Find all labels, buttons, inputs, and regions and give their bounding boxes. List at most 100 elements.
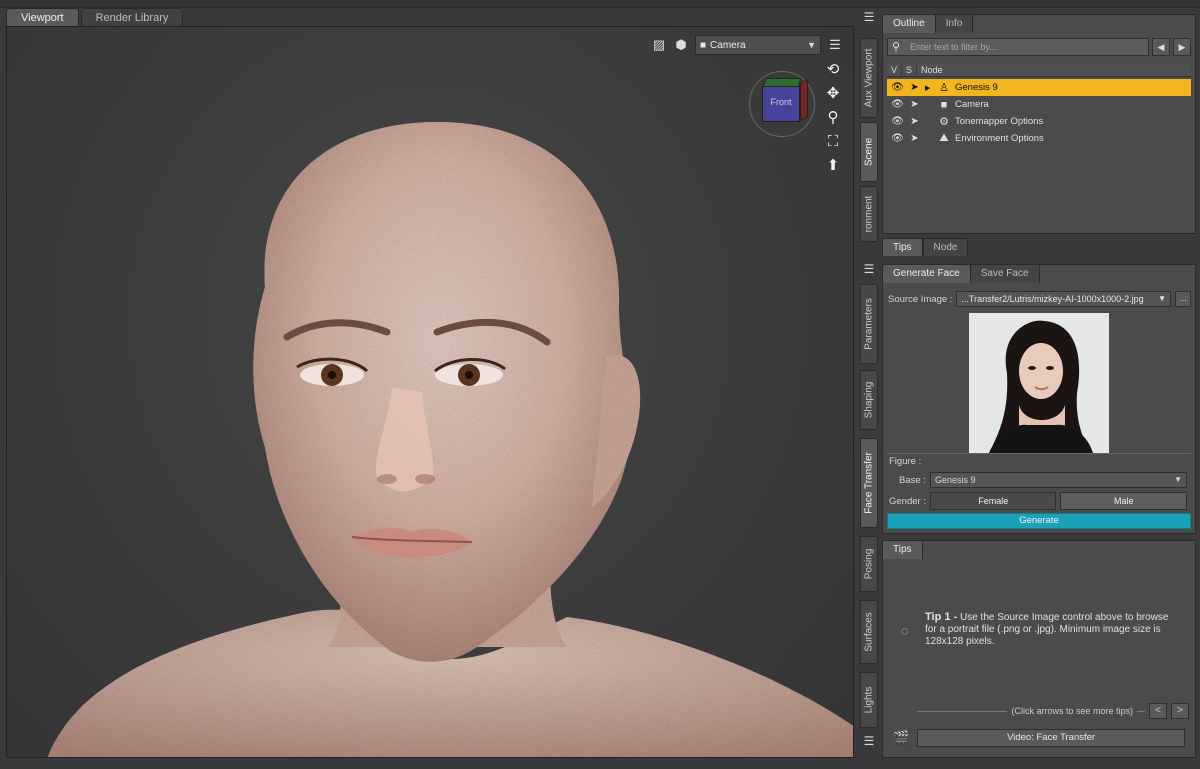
outline-tabs: Outline Info [883, 15, 974, 33]
prev-result-button[interactable]: ◀ [1152, 38, 1170, 56]
pane-menu-icon-3[interactable]: ☰ [861, 734, 877, 748]
viewport-menu-icon[interactable]: ☰ [827, 37, 843, 53]
outline-row-environment[interactable]: 👁 ➤ ⛰ Environment Options [887, 130, 1191, 147]
camera-select[interactable]: ■ Camera ▼ [695, 35, 821, 55]
draw-style-icon[interactable]: ▨ [651, 37, 667, 53]
source-image-value: ...Transfer2/Lutris/mizkey-AI-1000x1000-… [961, 294, 1144, 304]
environment-icon: ⛰ [939, 132, 949, 144]
portrait-svg [969, 313, 1109, 453]
filter-row: ⚲ Enter text to filter by... ◀ ▶ [887, 37, 1191, 57]
node-label: Genesis 9 [955, 82, 998, 93]
tab-lights-label: Lights [863, 686, 875, 714]
select-arrow-icon[interactable]: ➤ [908, 116, 921, 127]
col-node[interactable]: Node [917, 63, 947, 76]
figure-label: Figure : [889, 456, 922, 467]
browse-button[interactable]: ... [1175, 291, 1191, 307]
scene-outline-panel: Outline Info ⚲ Enter text to filter by..… [882, 14, 1196, 234]
loading-spinner-icon: ◌ [901, 623, 909, 638]
tip-title: Tip 1 - [925, 611, 958, 623]
eye-icon[interactable]: 👁 [891, 82, 904, 93]
tab-render-library[interactable]: Render Library [80, 8, 184, 26]
node-label: Environment Options [955, 133, 1044, 144]
tab-shaping[interactable]: Shaping [860, 370, 878, 430]
expand-triangle-icon[interactable]: ▶ [925, 84, 933, 92]
tab-save-face[interactable]: Save Face [970, 265, 1040, 283]
tab-surfaces-label: Surfaces [863, 612, 875, 652]
tab-environment[interactable]: ronment [860, 186, 878, 242]
tab-lights[interactable]: Lights [860, 672, 878, 728]
side-tab-strip: ☰ Aux Viewport Scene ronment ☰ Parameter… [858, 8, 880, 760]
viewport[interactable]: ▨ ⬢ ■ Camera ▼ ☰ Front ⟲ ✥ ⚲ ⛶ ⬆ [6, 26, 854, 758]
outline-row-tonemapper[interactable]: 👁 ➤ ⚙ Tonemapper Options [887, 113, 1191, 130]
tab-generate-face[interactable]: Generate Face [883, 265, 971, 283]
figure-group: Figure : Base : Genesis 9 ▼ Gender : Fem… [887, 453, 1191, 513]
tab-parameters[interactable]: Parameters [860, 284, 878, 364]
tab-aux-viewport[interactable]: Aux Viewport [860, 38, 878, 118]
chevron-down-icon: ▼ [1174, 475, 1182, 484]
pane-menu-icon-2[interactable]: ☰ [861, 262, 877, 276]
next-tip-button[interactable]: > [1171, 703, 1189, 719]
tab-tips-bottom[interactable]: Tips [883, 541, 923, 559]
tip-body: Use the Source Image control above to br… [925, 612, 1169, 647]
camera-select-value: Camera [710, 39, 746, 51]
pane-menu-icon[interactable]: ☰ [861, 10, 877, 24]
gender-male-button[interactable]: Male [1060, 492, 1187, 510]
video-face-transfer-button[interactable]: Video: Face Transfer [917, 729, 1185, 747]
tab-scene[interactable]: Scene [860, 122, 878, 182]
viewport-toolbar: ▨ ⬢ ■ Camera ▼ ☰ [651, 35, 843, 55]
tab-info[interactable]: Info [935, 15, 974, 33]
eye-icon[interactable]: 👁 [891, 116, 904, 127]
col-selectable[interactable]: S [902, 63, 918, 76]
tab-aux-viewport-label: Aux Viewport [863, 48, 875, 108]
next-result-button[interactable]: ▶ [1173, 38, 1191, 56]
divider [917, 710, 1008, 712]
tab-node[interactable]: Node [922, 238, 969, 256]
eye-icon[interactable]: 👁 [891, 133, 904, 144]
tab-environment-label: ronment [863, 195, 875, 233]
filter-input[interactable]: ⚲ Enter text to filter by... [887, 38, 1149, 56]
nav-cube[interactable]: Front [749, 71, 815, 137]
outline-row-genesis-9[interactable]: 👁 ➤ ▶ ♙ Genesis 9 [887, 79, 1191, 96]
generate-button[interactable]: Generate [887, 513, 1191, 529]
col-visible[interactable]: V [887, 63, 903, 76]
tab-face-transfer[interactable]: Face Transfer [860, 438, 878, 528]
select-arrow-icon[interactable]: ➤ [908, 133, 921, 144]
outline-row-camera[interactable]: 👁 ➤ ■ Camera [887, 96, 1191, 113]
render-cube-icon[interactable]: ⬢ [673, 37, 689, 53]
source-image-label: Source Image : [888, 293, 953, 305]
select-arrow-icon[interactable]: ➤ [908, 82, 921, 93]
outline-rows: 👁 ➤ ▶ ♙ Genesis 9 👁 ➤ ■ Camera 👁 ➤ ⚙ Ton… [887, 79, 1191, 147]
divider [1137, 710, 1145, 712]
gender-female-button[interactable]: Female [929, 492, 1057, 510]
tab-surfaces[interactable]: Surfaces [860, 600, 878, 664]
pan-icon[interactable]: ✥ [823, 85, 843, 103]
eye-icon[interactable]: 👁 [891, 99, 904, 110]
tab-outline[interactable]: Outline [883, 15, 936, 33]
orbit-icon[interactable]: ⟲ [823, 61, 843, 79]
base-select-value: Genesis 9 [934, 475, 976, 485]
filter-placeholder: Enter text to filter by... [910, 42, 997, 52]
outline-header: V S Node [887, 63, 1191, 77]
tab-posing[interactable]: Posing [860, 536, 878, 592]
zoom-icon[interactable]: ⚲ [823, 109, 843, 127]
tab-parameters-label: Parameters [863, 298, 875, 350]
source-image-row: Source Image : ...Transfer2/Lutris/mizke… [888, 291, 1191, 307]
tab-posing-label: Posing [863, 548, 875, 580]
select-arrow-icon[interactable]: ➤ [908, 99, 921, 110]
face-transfer-tabs: Generate Face Save Face [883, 265, 1040, 283]
source-image-select[interactable]: ...Transfer2/Lutris/mizkey-AI-1000x1000-… [956, 291, 1171, 307]
tab-scene-label: Scene [863, 137, 875, 167]
base-label: Base : [899, 474, 926, 486]
tab-face-transfer-label: Face Transfer [863, 452, 875, 514]
gender-label: Gender : [889, 495, 926, 507]
tab-tips[interactable]: Tips [882, 238, 923, 256]
up-arrow-icon[interactable]: ⬆ [823, 157, 843, 175]
tab-viewport[interactable]: Viewport [6, 8, 79, 26]
tips-panel: Tips ◌ Tip 1 - Use the Source Image cont… [882, 540, 1196, 758]
video-row: 🎬 Video: Face Transfer [893, 729, 1185, 747]
node-label: Camera [955, 99, 989, 110]
frame-icon[interactable]: ⛶ [823, 133, 843, 151]
prev-tip-button[interactable]: < [1149, 703, 1167, 719]
cube-front-face[interactable]: Front [762, 86, 800, 122]
base-select[interactable]: Genesis 9 ▼ [929, 472, 1187, 488]
